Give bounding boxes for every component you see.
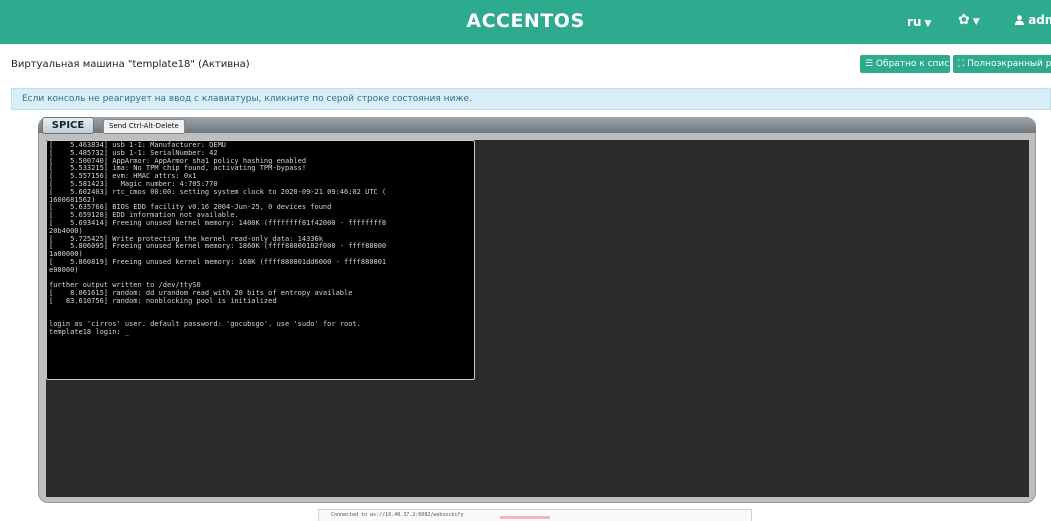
user-name: admi	[1028, 13, 1051, 27]
console-line: e00000)	[49, 265, 79, 274]
console-line: template18 login: _	[49, 328, 130, 337]
console-line: [ 5.602403] rtc_cmos 00:00: setting syst…	[49, 187, 387, 196]
brand-logo[interactable]: ACCENTOS	[0, 10, 1051, 32]
page-title: Виртуальная машина "template18" (Активна…	[11, 59, 250, 70]
user-icon	[1015, 15, 1024, 25]
language-dropdown[interactable]: ru ▼	[907, 15, 931, 29]
console-line: [ 5.860819] Freeing unused kernel memory…	[49, 257, 387, 266]
language-label: ru	[907, 15, 922, 29]
send-ctrl-alt-delete-button[interactable]: Send Ctrl-Alt-Delete	[103, 119, 185, 134]
spice-logo: SPICE	[42, 117, 94, 134]
top-navbar: ACCENTOS ru▼ ✿▼ admi	[0, 0, 1051, 44]
status-indicator	[500, 516, 550, 519]
settings-dropdown[interactable]: ✿ ▼	[958, 12, 980, 28]
console-line: [ 5.806095] Freeing unused kernel memory…	[49, 242, 387, 251]
chevron-down-icon: ▼	[972, 17, 980, 27]
back-to-list-button[interactable]: ☰ Обратно к списку	[860, 55, 950, 73]
connection-status-bar[interactable]: Connected to ws://10.40.37.2:6082/websoc…	[318, 509, 752, 521]
console-line: [ 83.610756] random: nonblocking pool is…	[49, 296, 277, 305]
spice-toolbar	[38, 117, 1036, 133]
chevron-down-icon: ▼	[924, 19, 932, 29]
fullscreen-button[interactable]: ⛶ Полноэкранный режим	[953, 55, 1051, 73]
console-terminal[interactable]: [ 5.463834] usb 1-1: Manufacturer: QEMU[…	[46, 140, 475, 380]
info-alert: Если консоль не реагирует на ввод с клав…	[11, 88, 1051, 110]
gear-icon: ✿	[958, 12, 970, 28]
console-line: [ 5.693414] Freeing unused kernel memory…	[49, 218, 387, 227]
user-menu[interactable]: admi	[1015, 13, 1051, 27]
